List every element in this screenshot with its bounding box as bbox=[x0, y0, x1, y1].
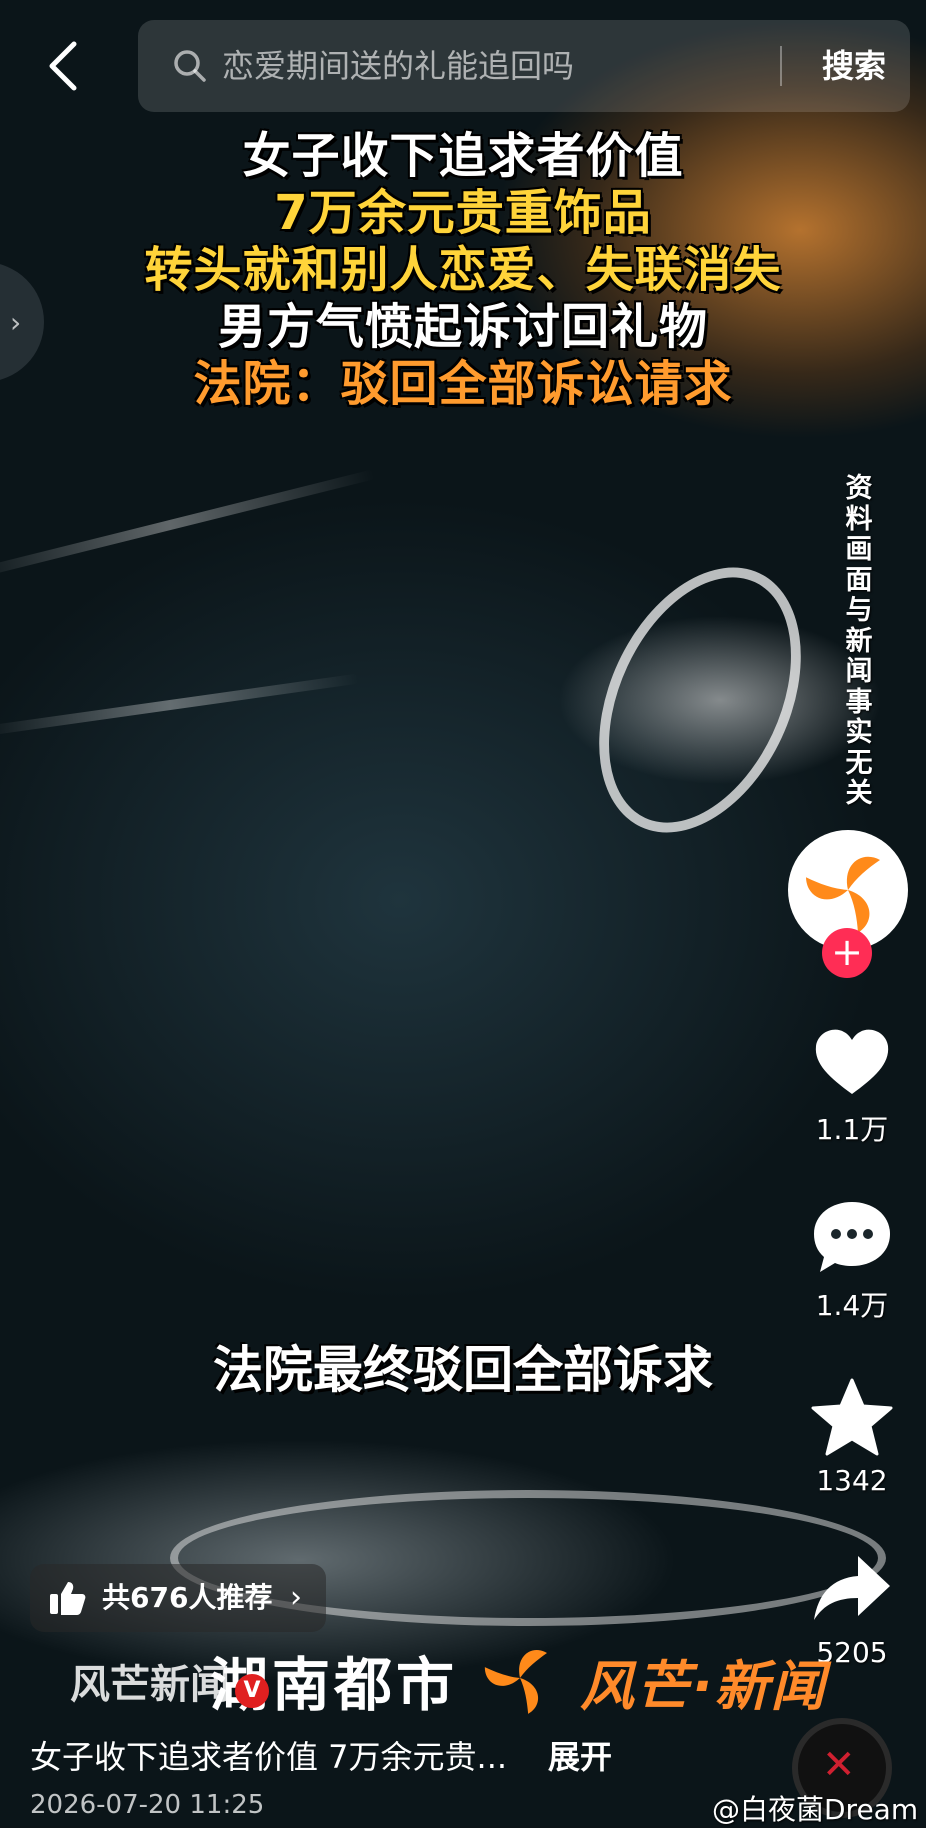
video-subtitle: 法院最终驳回全部诉求 bbox=[213, 1341, 713, 1399]
recommend-label: 共676人推荐 bbox=[102, 1581, 273, 1614]
search-icon bbox=[174, 50, 206, 82]
search-button[interactable]: 搜索 bbox=[810, 42, 898, 90]
like-count: 1.1万 bbox=[815, 1113, 889, 1146]
thumbs-up-icon bbox=[50, 1582, 86, 1615]
fengmang-logo-icon bbox=[484, 1649, 547, 1714]
back-button[interactable] bbox=[40, 38, 90, 94]
post-timestamp: 2026-07-20 11:25 bbox=[30, 1790, 265, 1820]
disclaimer-text: 资料画面与新闻事实无关 bbox=[845, 473, 873, 809]
search-bar[interactable]: 恋爱期间送的礼能追回吗 搜索 bbox=[138, 20, 910, 112]
video-headline: 女子收下追求者价值 7万余元贵重饰品 转头就和别人恋爱、失联消失 男方气愤起诉讨… bbox=[0, 128, 926, 413]
recommend-pill[interactable]: 共676人推荐 › bbox=[30, 1564, 326, 1632]
headline-line: 法院：驳回全部诉讼请求 bbox=[193, 356, 733, 412]
headline-line: 转头就和别人恋爱、失联消失 bbox=[144, 242, 782, 298]
logo-text-partial: 风芒新闻 bbox=[70, 1662, 230, 1708]
expand-caption-button[interactable]: 展开 bbox=[548, 1734, 612, 1780]
comment-button[interactable]: 1.4万 bbox=[800, 1196, 904, 1324]
comment-icon bbox=[814, 1202, 890, 1272]
video-caption[interactable]: 女子收下追求者价值 7万余元贵... bbox=[30, 1734, 507, 1780]
music-cover-icon: ✕ bbox=[822, 1742, 856, 1788]
chevron-left-icon bbox=[49, 41, 77, 91]
headline-line: 7万余元贵重饰品 bbox=[274, 185, 652, 241]
verified-badge: V bbox=[235, 1674, 269, 1708]
brand-logo-text: 风芒·新闻 bbox=[580, 1655, 827, 1718]
share-arrow-icon bbox=[814, 1556, 890, 1620]
like-button[interactable]: 1.1万 bbox=[800, 1020, 904, 1148]
comment-count: 1.4万 bbox=[815, 1289, 889, 1322]
fengmang-logo-icon bbox=[806, 856, 880, 933]
chevron-right-icon: › bbox=[10, 306, 22, 339]
broadcaster-logo-bar: 风芒新闻 湖南都市 V 风芒·新闻 bbox=[60, 1632, 880, 1722]
favorite-count: 1342 bbox=[816, 1464, 888, 1497]
headline-line: 女子收下追求者价值 bbox=[242, 128, 684, 184]
weibo-watermark: @白夜菌Dream bbox=[712, 1793, 919, 1826]
heart-icon bbox=[815, 1029, 889, 1094]
chevron-right-icon: › bbox=[290, 1580, 302, 1615]
follow-button[interactable]: + bbox=[822, 928, 872, 978]
headline-line: 男方气愤起诉讨回礼物 bbox=[217, 299, 708, 355]
search-input[interactable]: 恋爱期间送的礼能追回吗 bbox=[222, 44, 574, 88]
search-divider bbox=[780, 46, 782, 86]
